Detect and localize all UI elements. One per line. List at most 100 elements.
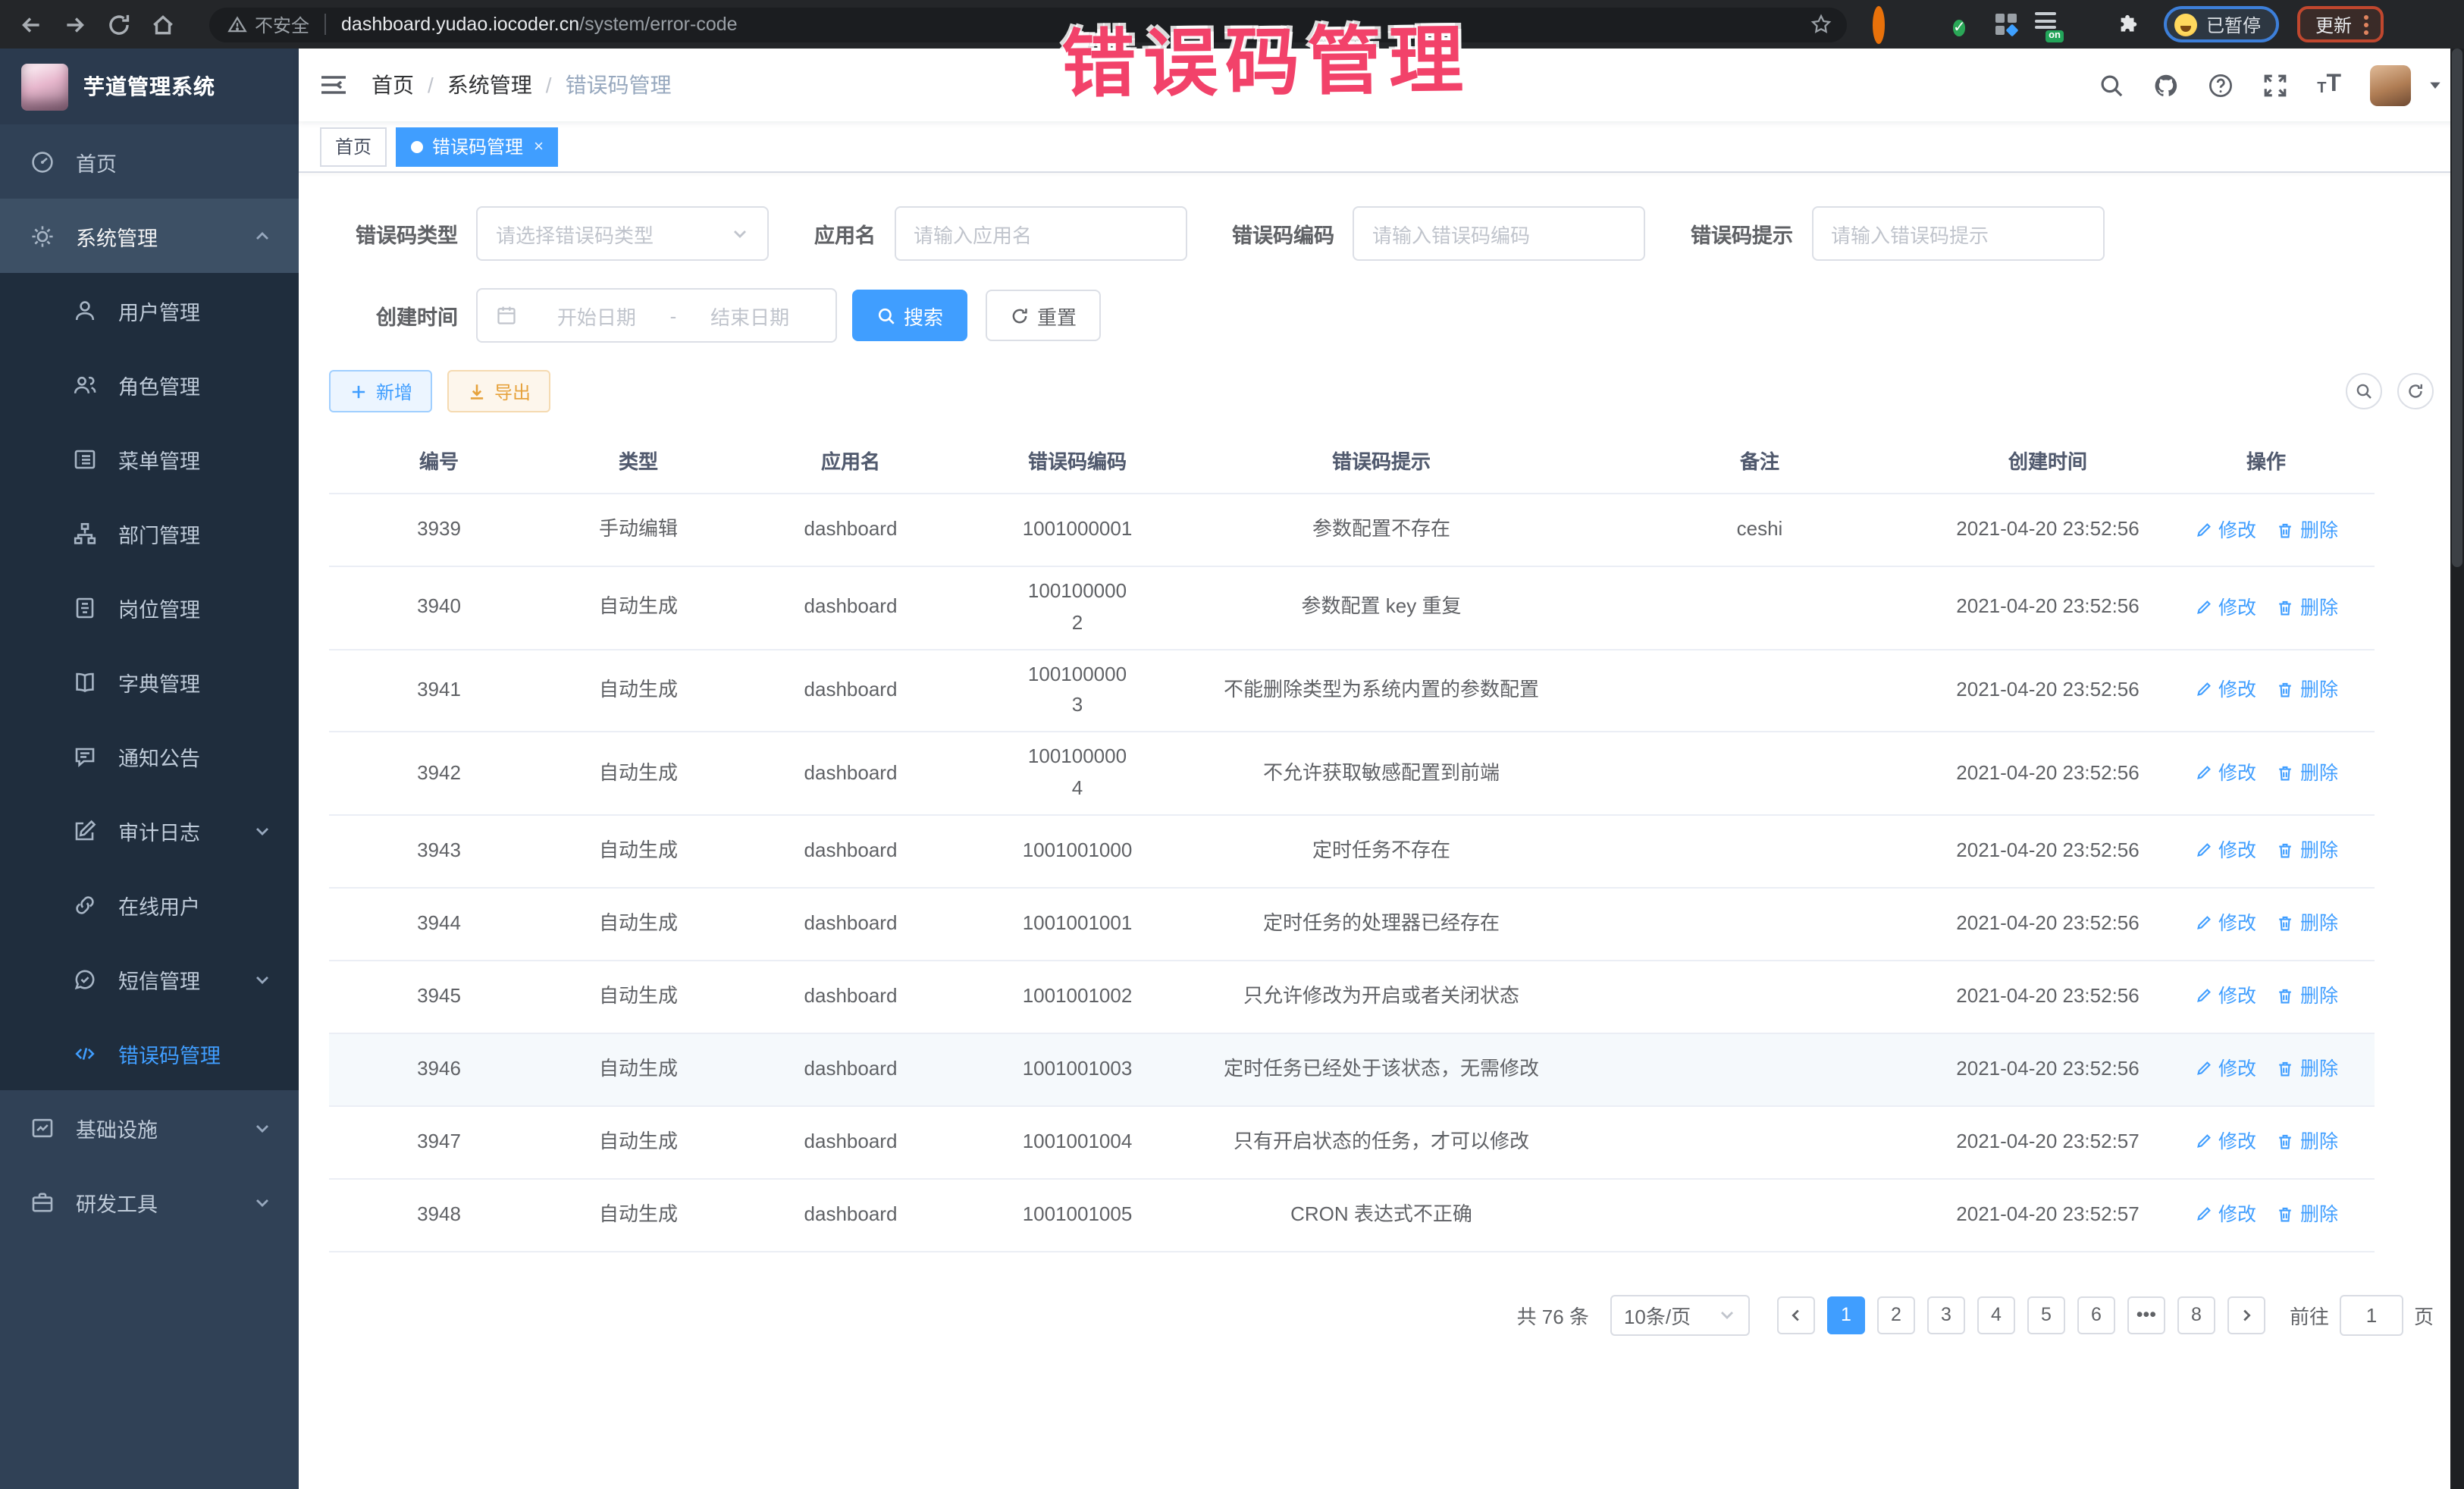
sidebar-item-audit[interactable]: 审计日志 [0,793,299,867]
page-button[interactable]: 4 [1977,1296,2015,1334]
fullscreen-icon[interactable] [2262,72,2288,98]
edit-link[interactable]: 修改 [2194,1055,2256,1085]
goto-page-input[interactable]: 1 [2340,1295,2403,1336]
edit-link[interactable]: 修改 [2194,836,2256,867]
edit-link[interactable]: 修改 [2194,758,2256,788]
search-icon[interactable] [2099,72,2124,98]
delete-link[interactable]: 删除 [2276,909,2338,939]
sidebar-item-sms[interactable]: 短信管理 [0,942,299,1016]
delete-icon [2276,915,2294,933]
sidebar-item-dept[interactable]: 部门管理 [0,496,299,570]
refresh-button[interactable] [2397,373,2434,409]
sidebar-item-infra[interactable]: 基础设施 [0,1090,299,1165]
toggle-search-button[interactable] [2346,373,2382,409]
sidebar-item-role[interactable]: 角色管理 [0,347,299,422]
delete-link[interactable]: 删除 [2276,515,2338,545]
url-path[interactable]: /system/error-code [579,14,737,35]
delete-link[interactable]: 删除 [2276,758,2338,788]
export-button[interactable]: 导出 [447,370,550,412]
chevron-down-icon [731,224,749,243]
github-icon[interactable] [2153,72,2179,98]
edit-link[interactable]: 修改 [2194,1127,2256,1158]
app-logo[interactable]: 芋道管理系统 [0,49,299,124]
breadcrumb-item[interactable]: 系统管理 [447,70,532,100]
edit-link[interactable]: 修改 [2194,909,2256,939]
hamburger-icon[interactable] [320,73,347,97]
font-size-icon[interactable]: TT [2317,73,2341,97]
extension-list-icon[interactable]: on [2035,12,2059,36]
page-button[interactable]: 3 [1927,1296,1965,1334]
edit-link[interactable]: 修改 [2194,676,2256,706]
url-host[interactable]: dashboard.yudao.iocoder.cn [341,14,579,35]
search-button[interactable]: 搜索 [852,290,967,341]
page-button[interactable]: 2 [1877,1296,1915,1334]
tag-close-icon[interactable]: × [534,137,544,155]
sidebar-item-online[interactable]: 在线用户 [0,867,299,942]
page-button[interactable]: 5 [2027,1296,2065,1334]
tag-view-item[interactable]: 首页 [320,127,387,166]
app-title: 芋道管理系统 [83,71,215,102]
sidebar-item-code[interactable]: 错误码管理 [0,1016,299,1090]
add-button[interactable]: 新增 [329,370,432,412]
error-type-select[interactable]: 请选择错误码类型 [476,206,769,261]
prev-page-button[interactable] [1777,1296,1815,1334]
page-button[interactable]: 6 [2077,1296,2115,1334]
edit-link[interactable]: 修改 [2194,982,2256,1012]
tag-view-active[interactable]: 错误码管理× [396,127,559,166]
delete-link[interactable]: 删除 [2276,1055,2338,1085]
page-button[interactable]: 8 [2177,1296,2215,1334]
delete-link[interactable]: 删除 [2276,836,2338,867]
browser-scrollbar[interactable] [2450,49,2464,1489]
sidebar-item-post[interactable]: 岗位管理 [0,570,299,644]
page-size-select[interactable]: 10条/页 [1610,1295,1750,1336]
scrollbar-thumb[interactable] [2452,49,2462,567]
error-code-input[interactable]: 请输入错误码编码 [1353,206,1645,261]
gear-icon [30,224,55,248]
sidebar-item-menu[interactable]: 菜单管理 [0,422,299,496]
delete-link[interactable]: 删除 [2276,1127,2338,1158]
back-icon[interactable] [18,11,44,37]
delete-link[interactable]: 删除 [2276,1200,2338,1230]
browser-menu-icon[interactable] [2364,14,2368,34]
extension-orange-icon[interactable] [1871,12,1895,36]
sidebar-item-gear[interactable]: 系统管理 [0,199,299,273]
page-button-active[interactable]: 1 [1827,1296,1865,1334]
edit-link[interactable]: 修改 [2194,593,2256,623]
extension-gem-icon[interactable] [1912,12,1936,36]
profile-paused-badge[interactable]: 已暂停 [2164,6,2279,42]
delete-link[interactable]: 删除 [2276,593,2338,623]
forward-icon[interactable] [62,11,88,37]
extension-check-icon[interactable]: ✓ [1953,12,1977,36]
delete-link[interactable]: 删除 [2276,676,2338,706]
app-name-input[interactable]: 请输入应用名 [894,206,1187,261]
browser-update-button[interactable]: 更新 [2297,6,2384,42]
extensions-puzzle-icon[interactable] [2117,13,2140,36]
caret-down-icon[interactable] [2428,77,2443,92]
sidebar-item-user[interactable]: 用户管理 [0,273,299,347]
sidebar-item-notice[interactable]: 通知公告 [0,719,299,793]
sidebar-item-dashboard[interactable]: 首页 [0,124,299,199]
breadcrumb-item[interactable]: 首页 [371,70,414,100]
next-page-button[interactable] [2227,1296,2265,1334]
pagination: 共 76 条10条/页123456•••8前往1页 [329,1295,2434,1336]
delete-link[interactable]: 删除 [2276,982,2338,1012]
security-label[interactable]: 不安全 [255,11,309,37]
extension-spy-icon[interactable] [2076,12,2100,36]
edit-link[interactable]: 修改 [2194,515,2256,545]
date-range-picker[interactable]: 开始日期 - 结束日期 [476,288,837,343]
user-avatar[interactable] [2370,64,2411,105]
bookmark-star-icon[interactable] [1810,14,1832,35]
error-msg-input[interactable]: 请输入错误码提示 [1811,206,2104,261]
edit-link[interactable]: 修改 [2194,1200,2256,1230]
extension-grid-icon[interactable] [1994,12,2018,36]
home-icon[interactable] [150,11,176,37]
reset-button[interactable]: 重置 [986,290,1101,341]
sidebar-item-dict[interactable]: 字典管理 [0,644,299,719]
sidebar-item-tools[interactable]: 研发工具 [0,1165,299,1239]
reload-icon[interactable] [106,11,132,37]
help-icon[interactable] [2208,72,2234,98]
edit-icon [2194,1061,2212,1079]
page-button[interactable]: ••• [2127,1296,2165,1334]
update-label: 更新 [2315,11,2352,37]
address-bar[interactable]: 不安全 dashboard.yudao.iocoder.cn/system/er… [209,7,1847,42]
